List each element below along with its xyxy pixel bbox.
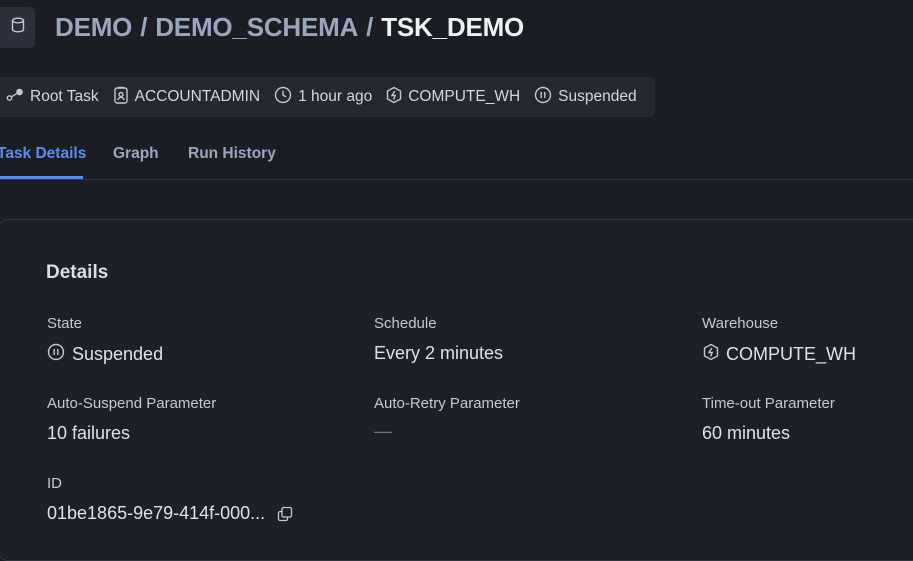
warehouse-value[interactable]: COMPUTE_WH: [703, 343, 856, 366]
warehouse-icon: [386, 86, 408, 109]
meta-owner: ACCOUNTADMIN: [113, 86, 260, 109]
auto-suspend-value: 10 failures: [47, 423, 131, 443]
database-badge: [0, 7, 35, 48]
meta-warehouse-label: COMPUTE_WH: [408, 88, 521, 105]
auto-suspend-label: Auto-Suspend Parameter: [47, 395, 217, 412]
meta-updated: 1 hour ago: [274, 86, 372, 109]
meta-status-label: Suspended: [558, 88, 637, 105]
meta-warehouse: COMPUTE_WH: [386, 86, 520, 109]
active-tab-indicator: [0, 176, 83, 179]
pause-icon: [47, 343, 72, 366]
clock-icon: [274, 86, 298, 109]
warehouse-value-text: COMPUTE_WH: [726, 344, 856, 364]
root-task-icon: [6, 88, 30, 107]
tab-graph[interactable]: Graph: [113, 145, 159, 163]
copy-icon[interactable]: [277, 506, 300, 522]
state-value-text: Suspended: [72, 344, 164, 364]
breadcrumb-separator: /: [366, 11, 374, 42]
id-label: ID: [47, 475, 62, 492]
id-value-text: 01be1865-9e79-414f-000...: [47, 503, 266, 523]
role-icon: [113, 86, 135, 109]
id-value: 01be1865-9e79-414f-000...: [47, 503, 300, 524]
page-title: DEMO / DEMO_SCHEMA / TSK_DEMO: [55, 10, 524, 44]
database-icon: [11, 17, 25, 38]
meta-status: Suspended: [534, 86, 637, 109]
schedule-label: Schedule: [374, 315, 437, 332]
state-value: Suspended: [47, 343, 163, 366]
meta-root-task-label: Root Task: [30, 88, 99, 105]
timeout-label: Time-out Parameter: [702, 395, 835, 412]
tab-task-details[interactable]: Task Details: [0, 145, 86, 163]
warehouse-icon: [703, 343, 726, 366]
meta-owner-label: ACCOUNTADMIN: [134, 88, 261, 105]
auto-retry-label: Auto-Retry Parameter: [374, 395, 520, 412]
details-title: Details: [46, 262, 109, 283]
breadcrumb-database[interactable]: DEMO: [55, 12, 132, 43]
auto-retry-value: —: [374, 421, 392, 441]
meta-updated-label: 1 hour ago: [298, 88, 373, 105]
timeout-value: 60 minutes: [702, 423, 791, 443]
breadcrumb-separator: /: [140, 11, 148, 42]
task-meta-bar: Root Task ACCOUNTADMIN 1 hour ago COMPUT…: [0, 77, 655, 117]
warehouse-label: Warehouse: [702, 315, 779, 332]
meta-root-task: Root Task: [6, 88, 99, 107]
tab-run-history[interactable]: Run History: [188, 145, 276, 163]
breadcrumb-schema[interactable]: DEMO_SCHEMA: [155, 12, 358, 43]
schedule-value: Every 2 minutes: [374, 343, 504, 363]
tab-bar: Task Details Graph Run History: [0, 140, 913, 180]
pause-icon: [534, 86, 558, 109]
state-label: State: [47, 315, 83, 332]
breadcrumb-task: TSK_DEMO: [381, 11, 525, 42]
